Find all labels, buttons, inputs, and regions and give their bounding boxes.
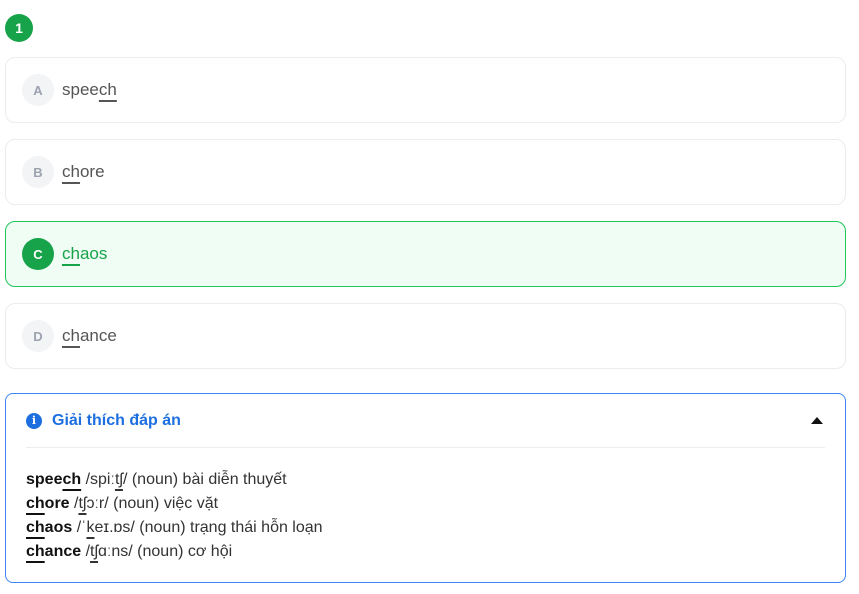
option-letter: A xyxy=(22,74,54,106)
explanation-line: chaos /ˈkeɪ.ɒs/ (noun) trạng thái hỗn lo… xyxy=(26,519,323,536)
explanation-header[interactable]: i Giải thích đáp án xyxy=(26,394,825,448)
explanation-body: speech /spiːtʃ/ (noun) bài diễn thuyết c… xyxy=(26,468,323,564)
option-text: speech xyxy=(62,80,117,99)
option-b[interactable]: B chore xyxy=(5,139,846,205)
collapse-caret-icon[interactable] xyxy=(811,417,823,424)
explanation-line: chance /tʃɑːns/ (noun) cơ hội xyxy=(26,543,233,560)
explanation-panel: i Giải thích đáp án speech /spiːtʃ/ (nou… xyxy=(5,393,846,583)
option-d[interactable]: D chance xyxy=(5,303,846,369)
question-number-badge: 1 xyxy=(5,14,33,42)
option-letter: B xyxy=(22,156,54,188)
info-icon: i xyxy=(26,412,42,429)
explanation-title: Giải thích đáp án xyxy=(52,411,181,429)
explanation-line: speech /spiːtʃ/ (noun) bài diễn thuyết xyxy=(26,471,287,488)
option-text: chaos xyxy=(62,244,108,263)
option-letter: D xyxy=(22,320,54,352)
option-c[interactable]: C chaos xyxy=(5,221,846,287)
option-text: chance xyxy=(62,326,117,345)
option-letter: C xyxy=(22,238,54,270)
option-text: chore xyxy=(62,162,105,181)
option-a[interactable]: A speech xyxy=(5,57,846,123)
explanation-line: chore /tʃɔːr/ (noun) việc vặt xyxy=(26,495,219,512)
